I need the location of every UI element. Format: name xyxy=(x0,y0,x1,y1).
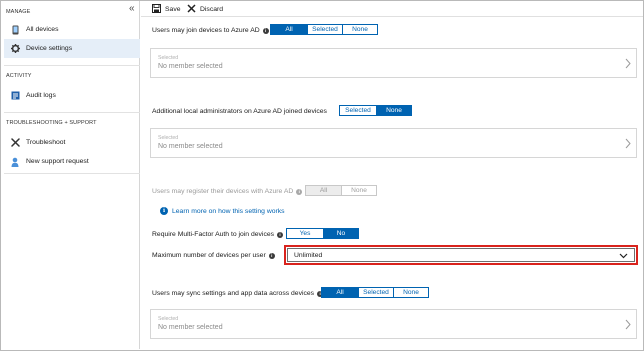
join-devices-text: Users may join devices to Azure AD xyxy=(152,27,260,34)
sync-option-all[interactable]: All xyxy=(322,288,358,297)
sidebar-item-label: New support request xyxy=(26,158,89,165)
mfa-toggle: Yes No xyxy=(286,228,359,239)
info-circle-icon: i xyxy=(160,207,168,215)
learn-more-link[interactable]: i Learn more on how this setting works xyxy=(160,207,285,215)
save-label: Save xyxy=(165,6,181,13)
section-title-troubleshooting: TROUBLESHOOTING + SUPPORT xyxy=(6,120,97,126)
join-option-none[interactable]: None xyxy=(342,25,377,34)
save-icon xyxy=(152,4,161,15)
sync-member-selector[interactable]: Selected No member selected xyxy=(150,309,637,339)
local-admins-text: Additional local administrators on Azure… xyxy=(152,108,327,115)
gear-icon xyxy=(10,44,20,54)
register-devices-text: Users may register their devices with Az… xyxy=(152,188,294,195)
collapse-sidebar-button[interactable]: « xyxy=(129,4,135,14)
member-selector-caption: Selected xyxy=(158,135,179,141)
mfa-option-yes[interactable]: Yes xyxy=(287,229,323,238)
audit-log-icon xyxy=(10,91,20,101)
support-person-icon xyxy=(10,157,20,167)
divider xyxy=(4,65,140,66)
section-title-activity: ACTIVITY xyxy=(6,73,32,79)
member-selector-caption: Selected xyxy=(158,316,179,322)
chevron-right-icon xyxy=(625,58,631,69)
mfa-label: Require Multi-Factor Auth to join device… xyxy=(152,231,284,238)
close-icon xyxy=(187,4,196,15)
member-selector-value: No member selected xyxy=(158,324,223,331)
local-admins-label: Additional local administrators on Azure… xyxy=(152,108,327,115)
join-option-all[interactable]: All xyxy=(271,25,307,34)
sidebar-item-label: Device settings xyxy=(26,45,73,52)
member-selector-value: No member selected xyxy=(158,63,223,70)
info-icon[interactable]: i xyxy=(268,252,275,259)
chevron-right-icon xyxy=(625,138,631,149)
sidebar-item-new-support-request[interactable]: New support request xyxy=(4,152,140,171)
join-member-selector[interactable]: Selected No member selected xyxy=(150,48,637,78)
sync-text: Users may sync settings and app data acr… xyxy=(152,290,315,297)
admins-option-selected[interactable]: Selected xyxy=(340,106,376,115)
info-icon[interactable]: i xyxy=(296,188,303,195)
divider xyxy=(4,173,140,174)
join-option-selected[interactable]: Selected xyxy=(307,25,342,34)
max-devices-dropdown[interactable]: Unlimited xyxy=(287,248,635,262)
device-phone-icon xyxy=(10,25,20,35)
member-selector-caption: Selected xyxy=(158,55,179,61)
sync-label: Users may sync settings and app data acr… xyxy=(152,290,324,297)
info-icon[interactable]: i xyxy=(262,27,269,34)
sidebar-item-label: All devices xyxy=(26,26,59,33)
sidebar-item-audit-logs[interactable]: Audit logs xyxy=(4,86,140,105)
max-devices-label: Maximum number of devices per user i xyxy=(152,252,275,259)
sidebar-item-device-settings[interactable]: Device settings xyxy=(4,39,140,58)
mfa-text: Require Multi-Factor Auth to join device… xyxy=(152,231,275,238)
admins-member-selector[interactable]: Selected No member selected xyxy=(150,128,637,158)
command-bar: Save Discard xyxy=(141,1,643,17)
divider xyxy=(4,112,140,113)
sidebar-item-all-devices[interactable]: All devices xyxy=(4,20,140,39)
join-devices-toggle: All Selected None xyxy=(270,24,378,35)
discard-button[interactable]: Discard xyxy=(187,4,223,15)
sidebar-item-label: Troubleshoot xyxy=(26,139,66,146)
sidebar: « MANAGE All devices Device settings ACT… xyxy=(1,1,140,349)
max-devices-value: Unlimited xyxy=(294,251,323,259)
learn-more-text: Learn more on how this setting works xyxy=(172,207,285,215)
sync-option-selected[interactable]: Selected xyxy=(358,288,393,297)
max-devices-text: Maximum number of devices per user xyxy=(152,252,266,259)
chevron-right-icon xyxy=(625,319,631,330)
sidebar-item-label: Audit logs xyxy=(26,92,56,99)
section-title-manage: MANAGE xyxy=(6,9,31,15)
admins-option-none[interactable]: None xyxy=(376,106,411,115)
register-devices-label: Users may register their devices with Az… xyxy=(152,188,303,195)
sidebar-item-troubleshoot[interactable]: Troubleshoot xyxy=(4,133,140,152)
wrench-icon xyxy=(10,138,20,148)
info-icon[interactable]: i xyxy=(277,231,284,238)
local-admins-toggle: Selected None xyxy=(339,105,412,116)
member-selector-value: No member selected xyxy=(158,143,223,150)
join-devices-label: Users may join devices to Azure AD i xyxy=(152,27,269,34)
sync-toggle: All Selected None xyxy=(321,287,429,298)
register-option-all[interactable]: All xyxy=(306,186,341,195)
sync-option-none[interactable]: None xyxy=(393,288,428,297)
chevron-down-icon xyxy=(619,253,628,259)
register-devices-toggle: All None xyxy=(305,185,377,196)
mfa-option-no[interactable]: No xyxy=(323,229,358,238)
discard-label: Discard xyxy=(200,6,224,13)
register-option-none[interactable]: None xyxy=(341,186,376,195)
main-panel: Save Discard Users may join devices to A… xyxy=(141,1,643,350)
save-button[interactable]: Save xyxy=(152,4,181,15)
